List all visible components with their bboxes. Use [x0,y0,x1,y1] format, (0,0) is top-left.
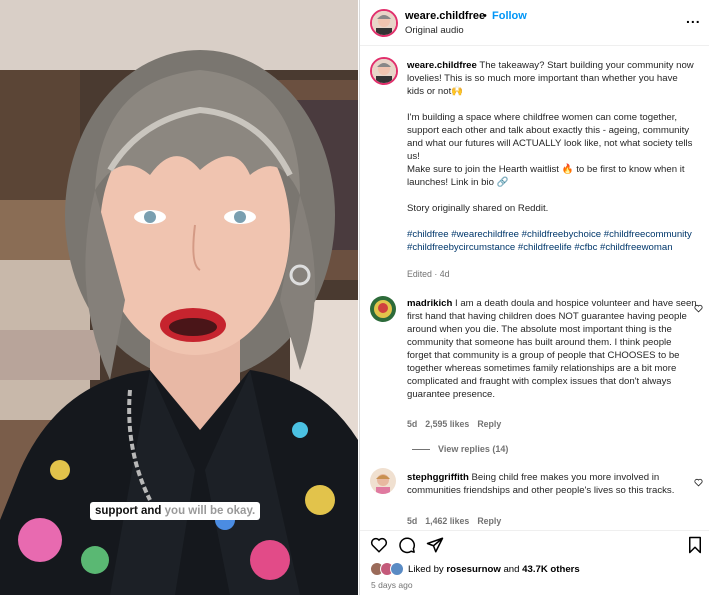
comment-text: I am a death doula and hospice volunteer… [407,298,697,400]
post-panel: weare.childfree • Follow Original audio … [359,0,709,595]
reply-button[interactable]: Reply [477,516,501,526]
share-icon[interactable] [426,536,444,554]
post-caption: weare.childfree The takeaway? Start buil… [407,59,697,98]
audio-label[interactable]: Original audio [405,25,464,36]
reply-button[interactable]: Reply [477,419,501,429]
comment-username[interactable]: stephggriffith [407,472,469,483]
liked-by-user[interactable]: rosesurnow [446,564,500,575]
comment-age: 5d [407,419,418,429]
comment-likes[interactable]: 1,462 likes [425,516,469,526]
bookmark-icon[interactable] [686,536,704,554]
reel-video[interactable]: support and you will be okay. [0,0,358,595]
caption-paragraph-2: I'm building a space where childfree wom… [407,111,697,189]
liked-by-and: and [503,564,520,575]
comment-username[interactable]: madrikich [407,298,452,309]
author-avatar[interactable] [370,9,398,37]
video-caption: support and you will be okay. [90,502,261,520]
comment-like-heart-icon[interactable] [694,304,703,313]
liker-avatar [390,562,404,576]
comment-meta: 5d 1,462 likes Reply [407,516,501,526]
comment-age: 5d [407,516,418,526]
caption-word-light: you will be okay. [164,505,256,517]
comment-2: stephggriffith Being child free makes yo… [407,471,697,497]
post-header: weare.childfree • Follow Original audio … [360,0,709,46]
comment-avatar[interactable] [370,468,396,494]
comment-likes[interactable]: 2,595 likes [425,419,469,429]
more-options-icon[interactable]: ... [686,10,701,26]
caption-line-4: Story originally shared on Reddit. [407,203,549,214]
comment-1: madrikich I am a death doula and hospice… [407,297,697,401]
caption-line-2: I'm building a space where childfree wom… [407,112,693,162]
author-username[interactable]: weare.childfree [405,10,485,22]
comment-meta: 5d 2,595 likes Reply [407,419,501,429]
comment-like-heart-icon[interactable] [694,478,703,487]
caption-hashtags[interactable]: #childfree #wearechildfree #childfreebyc… [407,228,697,254]
liked-by-others[interactable]: 43.7K others [522,564,580,575]
comment-avatar[interactable] [370,296,396,322]
caption-author-avatar[interactable] [370,57,398,85]
comment-icon[interactable] [398,536,416,554]
view-replies-button[interactable]: View replies (14) [412,444,508,454]
caption-word-dark: support and [95,505,162,517]
caption-edited: Edited · 4d [407,269,450,279]
caption-username[interactable]: weare.childfree [407,60,477,71]
posted-time: 5 days ago [371,580,413,590]
caption-paragraph-3: Story originally shared on Reddit. [407,202,697,215]
liked-by-text: Liked by rosesurnow and 43.7K others [408,564,580,575]
caption-line-3: Make sure to join the Hearth waitlist 🔥 … [407,164,685,188]
comments-scroll-area[interactable]: weare.childfree The takeaway? Start buil… [360,47,709,530]
heart-icon[interactable] [370,536,388,554]
separator-dot: • [483,10,487,22]
follow-button[interactable]: Follow [492,10,527,22]
post-actions: Liked by rosesurnow and 43.7K others 5 d… [360,530,709,595]
liked-by-prefix: Liked by [408,564,444,575]
